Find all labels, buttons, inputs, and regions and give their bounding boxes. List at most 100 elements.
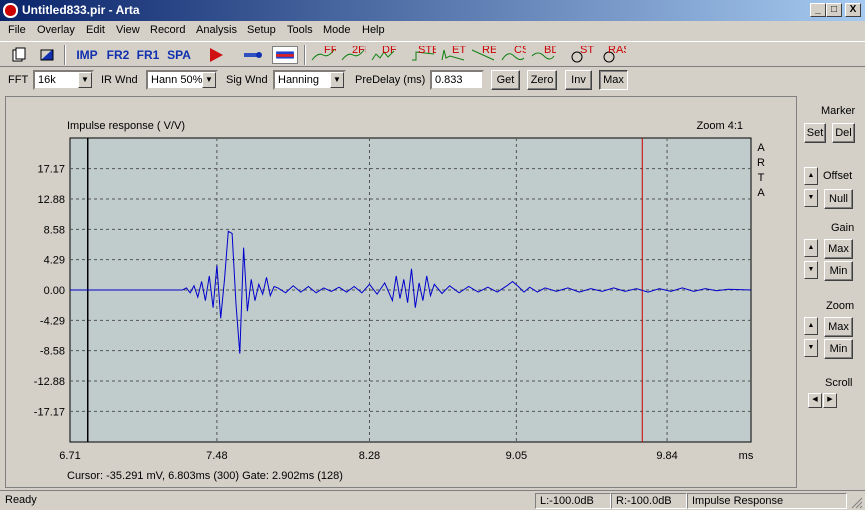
svg-text:2FR: 2FR xyxy=(352,46,366,56)
zoom-min-button[interactable]: Min xyxy=(824,339,853,359)
fft-value: 16k xyxy=(38,74,56,86)
svg-text:STI: STI xyxy=(580,46,594,56)
title-bar: Untitled833.pir - Arta _ □ X xyxy=(0,0,865,21)
menu-tools[interactable]: Tools xyxy=(287,24,313,36)
bd-icon[interactable]: BD xyxy=(530,46,556,64)
dft-icon[interactable]: DFT xyxy=(370,46,396,64)
impulse-response-chart[interactable]: 17.17 12.88 8.58 4.29 0.00 -4.29 -8.58 -12.88 -1… xyxy=(6,97,796,487)
y-tick-label: 17.17 xyxy=(37,164,65,176)
plot-area[interactable]: 17.17 12.88 8.58 4.29 0.00 -4.29 -8.58 -12.88 -1… xyxy=(5,96,797,488)
fft-label: FFT xyxy=(8,74,29,86)
chart-title: Impulse response ( V/V) xyxy=(67,120,185,132)
x-axis-unit: ms xyxy=(739,450,754,462)
y-tick-label: -12.88 xyxy=(34,376,65,388)
gain-up-button[interactable]: ▲ xyxy=(804,239,818,257)
menu-view[interactable]: View xyxy=(116,24,140,36)
y-tick-label: -17.17 xyxy=(34,406,65,418)
marker-del-button[interactable]: Del xyxy=(832,123,855,143)
fft-select[interactable]: 16k ▼ xyxy=(33,70,94,90)
gain-down-button[interactable]: ▼ xyxy=(804,261,818,279)
probe-icon[interactable] xyxy=(242,46,264,64)
sig-wnd-value: Hanning xyxy=(278,74,319,86)
y-tick-label: -4.29 xyxy=(40,315,65,327)
marker-label: Marker xyxy=(821,105,856,117)
open-file-icon[interactable] xyxy=(38,46,56,64)
status-left-level: L:-100.0dB xyxy=(535,493,611,509)
scroll-left-button[interactable]: ◀ xyxy=(808,393,822,408)
max-button[interactable]: Max xyxy=(599,70,628,90)
zero-button[interactable]: Zero xyxy=(527,70,557,90)
chevron-down-icon[interactable]: ▼ xyxy=(202,72,216,88)
fr2-button[interactable]: FR2 xyxy=(106,45,130,65)
menu-overlay[interactable]: Overlay xyxy=(37,24,75,36)
status-mode: Impulse Response xyxy=(687,493,847,509)
zoom-down-button[interactable]: ▼ xyxy=(804,339,818,357)
offset-down-button[interactable]: ▼ xyxy=(804,189,818,207)
get-button[interactable]: Get xyxy=(491,70,520,90)
ir-wnd-select[interactable]: Hann 50% ▼ xyxy=(146,70,218,90)
status-ready: Ready xyxy=(5,494,37,506)
menu-file[interactable]: File xyxy=(8,24,26,36)
gain-min-button[interactable]: Min xyxy=(824,261,853,281)
arta-watermark-letter: A xyxy=(757,142,765,154)
y-tick-label: 4.29 xyxy=(44,255,65,267)
x-tick-label: 8.28 xyxy=(359,450,380,462)
chevron-down-icon[interactable]: ▼ xyxy=(78,72,92,88)
minimize-button[interactable]: _ xyxy=(810,3,826,17)
close-button[interactable]: X xyxy=(845,3,861,17)
status-right-level: R:-100.0dB xyxy=(611,493,687,509)
svg-text:RASTI: RASTI xyxy=(608,46,626,56)
generator-icon[interactable] xyxy=(272,46,298,64)
chevron-down-icon[interactable]: ▼ xyxy=(330,72,344,88)
null-button[interactable]: Null xyxy=(824,189,853,209)
inv-button[interactable]: Inv xyxy=(565,70,592,90)
x-tick-label: 9.84 xyxy=(656,450,677,462)
y-tick-label: 0.00 xyxy=(44,285,65,297)
x-tick-label: 6.71 xyxy=(59,450,80,462)
offset-up-button[interactable]: ▲ xyxy=(804,167,818,185)
scroll-right-button[interactable]: ▶ xyxy=(823,393,837,408)
step-icon[interactable]: STEP xyxy=(410,46,436,64)
marker-set-button[interactable]: Set xyxy=(804,123,826,143)
new-file-icon[interactable] xyxy=(10,46,28,64)
menu-edit[interactable]: Edit xyxy=(86,24,105,36)
menu-mode[interactable]: Mode xyxy=(323,24,351,36)
rasti-icon[interactable]: RASTI xyxy=(600,46,626,64)
etc-icon[interactable]: ETC xyxy=(440,46,466,64)
window-title: Untitled833.pir - Arta xyxy=(22,3,140,17)
predelay-label: PreDelay (ms) xyxy=(355,74,426,86)
play-icon[interactable] xyxy=(206,46,226,64)
svg-text:STEP: STEP xyxy=(418,46,436,56)
side-panel: Marker Set Del ▲ Offset ▼ Null Gain ▲ Ma… xyxy=(797,96,865,488)
menu-help[interactable]: Help xyxy=(362,24,385,36)
sti-icon[interactable]: STI xyxy=(568,46,594,64)
control-bar: FFT 16k ▼ IR Wnd Hann 50% ▼ Sig Wnd Hann… xyxy=(0,68,865,94)
cs-icon[interactable]: CS xyxy=(500,46,526,64)
2fr-icon[interactable]: 2FR xyxy=(340,46,366,64)
maximize-button[interactable]: □ xyxy=(826,3,842,17)
ir-wnd-value: Hann 50% xyxy=(151,74,203,86)
sig-wnd-select[interactable]: Hanning ▼ xyxy=(273,70,346,90)
svg-text:REV: REV xyxy=(482,46,496,56)
svg-text:BD: BD xyxy=(544,46,556,56)
zoom-max-button[interactable]: Max xyxy=(824,317,853,337)
fr-icon[interactable]: FR xyxy=(310,46,336,64)
spa-button[interactable]: SPA xyxy=(166,45,192,65)
zoom-up-button[interactable]: ▲ xyxy=(804,317,818,335)
rev-icon[interactable]: REV xyxy=(470,46,496,64)
zoom-label: Zoom xyxy=(826,300,855,312)
fr1-button[interactable]: FR1 xyxy=(136,45,160,65)
resize-grip-icon[interactable] xyxy=(849,495,863,509)
x-tick-label: 9.05 xyxy=(506,450,527,462)
imp-button[interactable]: IMP xyxy=(73,45,101,65)
x-tick-label: 7.48 xyxy=(206,450,227,462)
menu-setup[interactable]: Setup xyxy=(247,24,276,36)
svg-text:ETC: ETC xyxy=(452,46,466,56)
menu-analysis[interactable]: Analysis xyxy=(196,24,237,36)
predelay-input[interactable]: 0.833 xyxy=(430,70,484,90)
y-tick-label: 12.88 xyxy=(37,194,65,206)
arta-watermark-letter: T xyxy=(758,172,765,184)
gain-max-button[interactable]: Max xyxy=(824,239,853,259)
menu-record[interactable]: Record xyxy=(150,24,185,36)
toolbar-separator xyxy=(304,45,306,65)
